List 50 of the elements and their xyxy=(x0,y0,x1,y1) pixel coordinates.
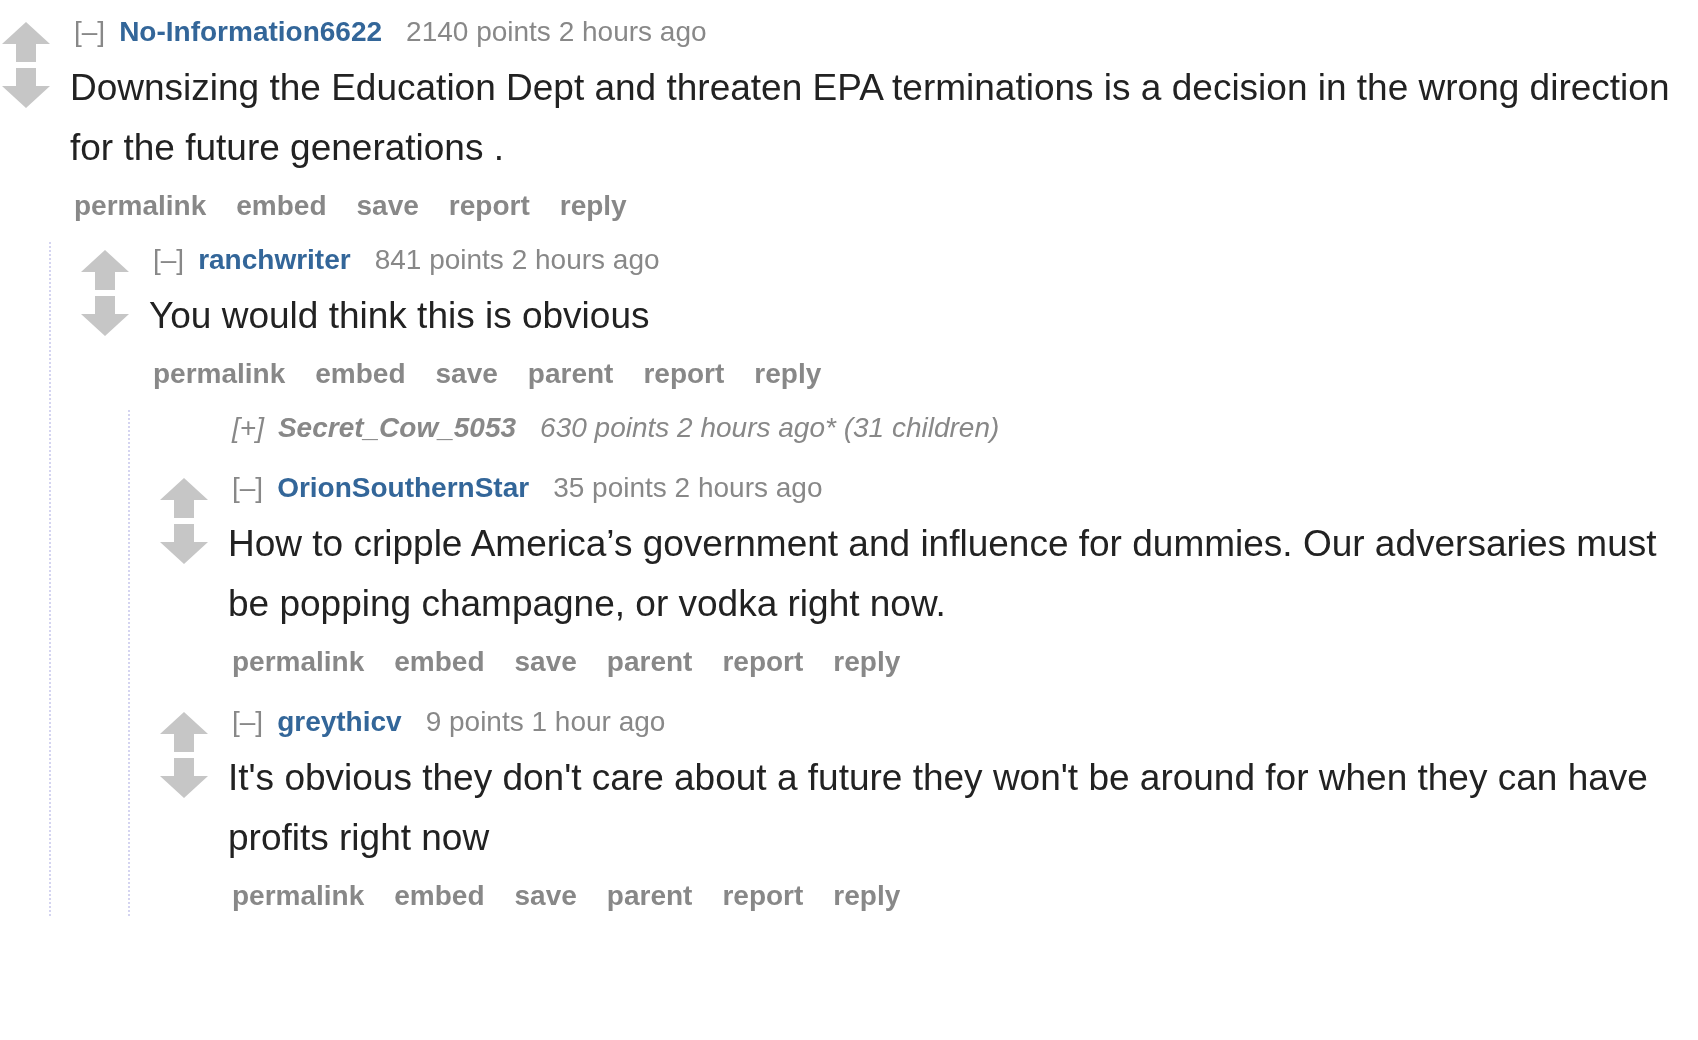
author-link[interactable]: Secret_Cow_5053 xyxy=(277,410,517,446)
comment-action-link[interactable]: embed xyxy=(236,186,327,226)
score-and-time: 9 points 1 hour ago xyxy=(425,705,666,739)
comment-action-link[interactable]: report xyxy=(722,876,804,916)
author-link[interactable]: No-Information6622 xyxy=(119,14,383,50)
comment-action-link[interactable]: save xyxy=(514,876,577,916)
comment-action-link[interactable]: report xyxy=(722,642,804,682)
downvote-arrow-icon[interactable] xyxy=(2,68,50,108)
collapse-toggle[interactable]: [–] xyxy=(232,704,264,740)
comment-action-link[interactable]: embed xyxy=(315,354,406,394)
comment-action-link[interactable]: parent xyxy=(527,354,614,394)
author-link[interactable]: ranchwriter xyxy=(198,242,351,278)
comment-action-link[interactable]: parent xyxy=(606,642,693,682)
downvote-arrow-icon[interactable] xyxy=(160,524,208,564)
comment-action-link[interactable]: permalink xyxy=(232,642,365,682)
upvote-arrow-icon[interactable] xyxy=(160,478,208,518)
collapse-toggle[interactable]: [–] xyxy=(153,242,185,278)
comment-action-link[interactable]: reply xyxy=(833,642,901,682)
comment-action-link[interactable]: save xyxy=(514,642,577,682)
comment-action-link[interactable]: report xyxy=(643,354,725,394)
score-and-time: 35 points 2 hours ago xyxy=(553,471,823,505)
upvote-arrow-icon[interactable] xyxy=(160,712,208,752)
comment-body: You would think this is obvious xyxy=(149,294,651,338)
author-link[interactable]: OrionSouthernStar xyxy=(277,470,530,506)
collapse-toggle[interactable]: [–] xyxy=(232,470,264,506)
comment-body: It's obvious they don't care about a future they won't be around for when they can have profits right now xyxy=(228,756,1649,860)
comment-action-link[interactable]: reply xyxy=(559,186,627,226)
upvote-arrow-icon[interactable] xyxy=(81,250,129,290)
comment-action-link[interactable]: permalink xyxy=(153,354,286,394)
comment-action-link[interactable]: permalink xyxy=(74,186,207,226)
downvote-arrow-icon[interactable] xyxy=(160,758,208,798)
comment-action-link[interactable]: save xyxy=(356,186,419,226)
author-link[interactable]: greythicv xyxy=(277,704,402,740)
collapse-toggle[interactable]: [+] xyxy=(232,410,264,446)
comment-action-link[interactable]: parent xyxy=(606,876,693,916)
comment-action-link[interactable]: reply xyxy=(833,876,901,916)
comment-action-link[interactable]: embed xyxy=(394,876,485,916)
comment-body: How to cripple America’s government and influence for dummies. Our adversaries must be popping champagne, or vodka right now. xyxy=(228,522,1658,626)
score-and-time: 841 points 2 hours ago xyxy=(374,243,660,277)
collapse-toggle[interactable]: [–] xyxy=(74,14,106,50)
comment-action-link[interactable]: permalink xyxy=(232,876,365,916)
comment-body: Downsizing the Education Dept and threaten EPA terminations is a decision in the wrong direction for the future generations . xyxy=(70,66,1671,170)
comment-action-link[interactable]: reply xyxy=(754,354,822,394)
score-and-time: 630 points 2 hours ago* (31 children) xyxy=(540,411,1000,445)
comment-action-link[interactable]: report xyxy=(448,186,530,226)
comment-action-link[interactable]: embed xyxy=(394,642,485,682)
score-and-time: 2140 points 2 hours ago xyxy=(406,15,707,49)
upvote-arrow-icon[interactable] xyxy=(2,22,50,62)
comment-action-link[interactable]: save xyxy=(435,354,498,394)
downvote-arrow-icon[interactable] xyxy=(81,296,129,336)
